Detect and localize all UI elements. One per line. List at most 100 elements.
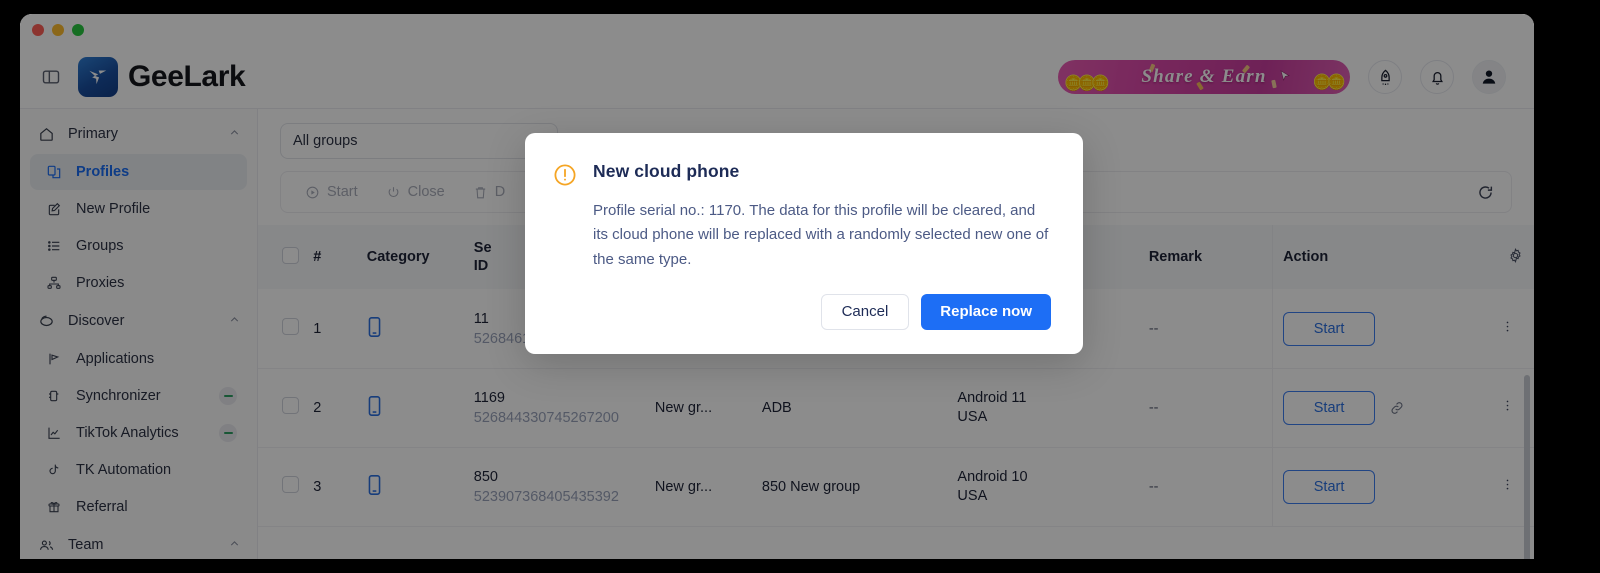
close-toolbar-button[interactable]: Close [372, 177, 459, 207]
row-information-line2: USA [957, 409, 988, 426]
sidebar-group-label: Primary [68, 126, 118, 142]
cursor-arrow-icon [1278, 69, 1292, 88]
group-filter-select[interactable]: All groups [280, 123, 558, 159]
header-remark: Remark [1138, 225, 1273, 290]
sidebar-item-applications[interactable]: Applications [30, 341, 247, 377]
row-number: 2 [303, 368, 357, 448]
row-serial: 1169 [473, 389, 505, 406]
row-start-button[interactable]: Start [1283, 469, 1376, 504]
applications-icon [46, 351, 66, 367]
row-group: New gr... [644, 368, 752, 448]
sidebar-item-referral[interactable]: Referral [30, 489, 247, 525]
start-toolbar-button[interactable]: Start [291, 177, 372, 207]
coins-icon: 🪙🪙 [1312, 74, 1346, 91]
analytics-icon [46, 425, 66, 441]
phone-icon [367, 395, 382, 421]
gift-icon [46, 499, 66, 515]
brand-name: GeeLark [128, 60, 246, 93]
row-remark-secondary: ADB [751, 368, 948, 448]
link-icon[interactable] [1389, 400, 1405, 416]
delete-toolbar-label: D [494, 184, 506, 200]
rocket-icon[interactable] [1368, 60, 1402, 94]
delete-toolbar-button[interactable]: D [459, 177, 519, 207]
row-select-cell [258, 447, 304, 527]
zoom-window-button[interactable] [72, 24, 84, 36]
sidebar-group-primary[interactable]: Primary [20, 115, 257, 153]
row-select-cell [258, 289, 304, 369]
sidebar-group-label: Team [68, 537, 104, 553]
row-category [356, 289, 464, 369]
sidebar-item-new-profile[interactable]: New Profile [30, 191, 247, 227]
chevron-up-icon [228, 313, 241, 330]
select-all-checkbox[interactable] [282, 246, 299, 264]
dialog-title: New cloud phone [593, 161, 740, 181]
sidebar-item-label: Proxies [76, 275, 125, 291]
bell-icon[interactable] [1420, 60, 1454, 94]
proxies-icon [46, 275, 66, 291]
sidebar-item-groups[interactable]: Groups [30, 228, 247, 264]
row-start-button[interactable]: Start [1283, 390, 1376, 425]
refresh-icon[interactable] [1476, 183, 1501, 202]
sidebar-item-profiles[interactable]: Profiles [30, 154, 247, 190]
sidebar-item-tk-automation[interactable]: TK Automation [30, 452, 247, 488]
row-checkbox[interactable] [282, 318, 299, 335]
row-action: Start [1272, 447, 1479, 527]
row-start-button[interactable]: Start [1283, 311, 1376, 346]
row-information: Android 11 USA [947, 368, 1139, 448]
avatar-icon[interactable] [1472, 60, 1506, 94]
row-information-line1: Android 10 [957, 469, 1028, 486]
vertical-scrollbar[interactable] [1524, 375, 1530, 559]
panel-toggle-icon[interactable] [38, 64, 64, 90]
row-id: 526844330745267200 [473, 409, 619, 426]
row-remark: -- [1138, 289, 1273, 369]
gear-icon[interactable] [1478, 225, 1534, 290]
cancel-button[interactable]: Cancel [820, 293, 910, 330]
row-number: 3 [303, 447, 357, 527]
kebab-menu-icon[interactable] [1498, 319, 1515, 334]
sidebar-group-team[interactable]: Team [20, 526, 257, 559]
brand: GeeLark [78, 57, 246, 97]
traffic-lights [32, 24, 84, 36]
row-information-line2: USA [957, 488, 988, 505]
replace-now-button[interactable]: Replace now [921, 293, 1051, 330]
close-toolbar-label: Close [407, 184, 445, 200]
status-badge [219, 424, 237, 442]
row-remark-secondary: 850 New group [751, 447, 948, 527]
sidebar-item-synchronizer[interactable]: Synchronizer [30, 378, 247, 414]
sidebar-item-label: Profiles [76, 164, 130, 180]
row-information: Android 10 USA [947, 447, 1139, 527]
sidebar-item-proxies[interactable]: Proxies [30, 265, 247, 301]
phone-icon [367, 474, 382, 500]
groups-icon [46, 238, 66, 254]
share-and-earn-label: Share & Earn [1141, 66, 1267, 87]
sidebar-group-label: Discover [68, 313, 125, 329]
minimize-window-button[interactable] [52, 24, 64, 36]
app-window: GeeLark 🪙🪙🪙 Share & Earn 🪙🪙 Primary Prof… [20, 14, 1534, 559]
discover-icon [38, 313, 58, 330]
row-serial-id: 1169 526844330745267200 [463, 368, 645, 448]
coins-icon: 🪙🪙🪙 [1064, 75, 1110, 92]
status-badge [219, 387, 237, 405]
dialog-message: Profile serial no.: 1170. The data for t… [593, 202, 1049, 268]
row-category [356, 368, 464, 448]
row-serial: 850 [473, 468, 498, 485]
row-number: 1 [303, 289, 357, 369]
row-menu-cell [1478, 289, 1534, 369]
header-actions: 🪙🪙🪙 Share & Earn 🪙🪙 [1058, 60, 1506, 94]
sidebar-item-tiktok-analytics[interactable]: TikTok Analytics [30, 415, 247, 451]
kebab-menu-icon[interactable] [1498, 477, 1515, 492]
team-icon [38, 537, 58, 554]
sidebar-group-discover[interactable]: Discover [20, 302, 257, 340]
kebab-menu-icon[interactable] [1498, 398, 1515, 413]
row-checkbox[interactable] [282, 397, 299, 415]
row-select-cell [258, 368, 304, 448]
table-row[interactable]: 2 1169 526844330745267200 New gr... ADB … [258, 368, 1534, 448]
share-and-earn-banner[interactable]: 🪙🪙🪙 Share & Earn 🪙🪙 [1058, 60, 1350, 94]
sidebar-item-label: New Profile [76, 201, 151, 217]
row-checkbox[interactable] [282, 476, 299, 494]
start-toolbar-label: Start [327, 184, 358, 200]
close-window-button[interactable] [32, 24, 44, 36]
row-remark: -- [1138, 368, 1273, 448]
header-number: # [303, 225, 357, 290]
table-row[interactable]: 3 850 523907368405435392 New gr... 850 N… [258, 447, 1534, 527]
